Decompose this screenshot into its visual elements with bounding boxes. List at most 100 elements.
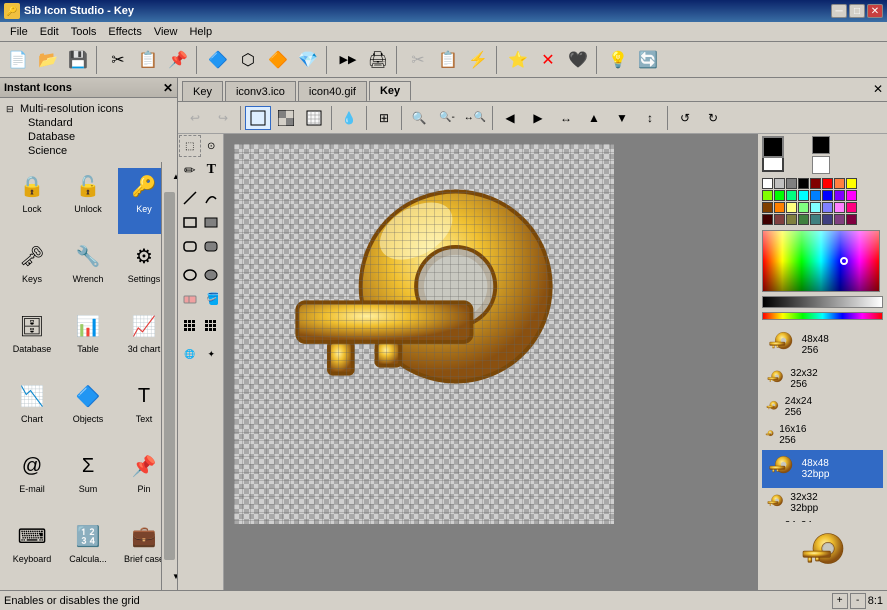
open-button[interactable]: 📂 (34, 46, 62, 74)
zoom-in-status-button[interactable]: + (832, 593, 848, 609)
move-right-button[interactable]: ▶ (525, 106, 551, 130)
tb-btn-9[interactable]: 🔶 (264, 46, 292, 74)
size-preview-0[interactable]: 48x48256 (762, 326, 883, 364)
palette-color-1-2[interactable] (786, 190, 797, 201)
tree-database[interactable]: Database (4, 130, 173, 144)
rect-fill-tool[interactable] (201, 211, 223, 233)
tb-btn-star[interactable]: ⭐ (504, 46, 532, 74)
palette-color-2-6[interactable] (834, 202, 845, 213)
icon-item-wrench[interactable]: 🔧 Wrench (62, 238, 114, 304)
menu-help[interactable]: Help (183, 24, 218, 40)
grayscale-bar[interactable] (762, 296, 883, 307)
tab-0[interactable]: Key (182, 81, 223, 101)
zoom-in-button[interactable]: 🔍 (406, 106, 432, 130)
size-preview-2[interactable]: 24x24256 (762, 394, 883, 420)
zoom-fit-button[interactable]: ↔🔍 (462, 106, 488, 130)
grid-button[interactable] (301, 106, 327, 130)
icon-item-table[interactable]: 📊 Table (62, 308, 114, 374)
full-grid-button[interactable]: ⊞ (371, 106, 397, 130)
save-button[interactable]: 💾 (64, 46, 92, 74)
foreground-color-box[interactable] (762, 136, 784, 158)
icon-item-keyboard[interactable]: ⌨ Keyboard (6, 518, 58, 584)
curve-tool[interactable] (201, 187, 223, 209)
palette-color-3-3[interactable] (798, 214, 809, 225)
dots-tool-2[interactable] (201, 315, 223, 337)
icon-item-pin[interactable]: 📌 Pin (118, 448, 161, 514)
menu-edit[interactable]: Edit (34, 24, 65, 40)
dots-tool-1[interactable] (179, 315, 201, 337)
ellipse-fill-tool[interactable] (201, 263, 223, 285)
palette-color-2-3[interactable] (798, 202, 809, 213)
tab-1[interactable]: iconv3.ico (225, 81, 296, 101)
palette-color-0-1[interactable] (774, 178, 785, 189)
palette-color-2-1[interactable] (774, 202, 785, 213)
size-preview-1[interactable]: 32x32256 (762, 366, 883, 392)
icon-item-sum[interactable]: Σ Sum (62, 448, 114, 514)
move-horiz-button[interactable]: ↔ (553, 106, 579, 130)
rounded-rect-outline-tool[interactable] (179, 235, 201, 257)
eraser-tool[interactable] (179, 287, 201, 309)
normal-mode-button[interactable] (245, 106, 271, 130)
tree-science[interactable]: Science (4, 144, 173, 158)
tb-btn-13[interactable]: ✂ (404, 46, 432, 74)
palette-color-0-7[interactable] (846, 178, 857, 189)
rotate-cw-button[interactable]: ↻ (700, 106, 726, 130)
copy-button[interactable]: 📋 (134, 46, 162, 74)
palette-color-2-4[interactable] (810, 202, 821, 213)
palette-color-1-0[interactable] (762, 190, 773, 201)
palette-color-3-2[interactable] (786, 214, 797, 225)
palette-color-3-1[interactable] (774, 214, 785, 225)
droplet-button[interactable]: 💧 (336, 106, 362, 130)
icons-scrollbar[interactable]: ▲ ▼ (161, 162, 177, 590)
fg-color-swatch[interactable] (812, 136, 830, 154)
undo-button[interactable]: ↩ (182, 106, 208, 130)
icon-item-keys[interactable]: 🗝 Keys (6, 238, 58, 304)
delete-button[interactable]: ✕ (534, 46, 562, 74)
zoom-out-button[interactable]: 🔍- (434, 106, 460, 130)
icon-item-3d-chart[interactable]: 📈 3d chart (118, 308, 161, 374)
panel-close-button[interactable]: ✕ (163, 81, 173, 95)
select-tool[interactable]: ⬚ (179, 135, 201, 157)
palette-color-2-2[interactable] (786, 202, 797, 213)
pencil-tool[interactable]: ✏ (179, 159, 201, 181)
palette-color-1-4[interactable] (810, 190, 821, 201)
icon-item-text[interactable]: T Text (118, 378, 161, 444)
zoom-out-status-button[interactable]: - (850, 593, 866, 609)
icon-item-e-mail[interactable]: @ E-mail (6, 448, 58, 514)
tree-root[interactable]: ⊟ Multi-resolution icons (4, 102, 173, 116)
bg-color-swatch[interactable] (812, 156, 830, 174)
icon-item-unlock[interactable]: 🔓 Unlock (62, 168, 114, 234)
palette-color-3-4[interactable] (810, 214, 821, 225)
icon-item-objects[interactable]: 🔷 Objects (62, 378, 114, 444)
palette-color-3-5[interactable] (822, 214, 833, 225)
canvas-area[interactable] (224, 134, 757, 590)
icon-item-database[interactable]: 🗄 Database (6, 308, 58, 374)
close-button[interactable]: ✕ (867, 4, 883, 18)
tab-2[interactable]: icon40.gif (298, 81, 367, 101)
palette-color-1-5[interactable] (822, 190, 833, 201)
tb-btn-8[interactable]: ⬡ (234, 46, 262, 74)
text-tool[interactable]: T (201, 159, 223, 181)
tb-btn-16[interactable]: 🖤 (564, 46, 592, 74)
palette-color-3-6[interactable] (834, 214, 845, 225)
palette-color-2-7[interactable] (846, 202, 857, 213)
special-tool-1[interactable]: 🌐 (179, 343, 201, 365)
icon-item-key[interactable]: 🔑 Key (118, 168, 161, 234)
icon-item-settings[interactable]: ⚙ Settings (118, 238, 161, 304)
lasso-tool[interactable]: ⊙ (201, 135, 223, 157)
palette-color-2-0[interactable] (762, 202, 773, 213)
tb-btn-7[interactable]: 🔷 (204, 46, 232, 74)
icon-item-chart[interactable]: 📉 Chart (6, 378, 58, 444)
special-tool-2[interactable]: ✦ (201, 343, 223, 365)
minimize-button[interactable]: ─ (831, 4, 847, 18)
icon-item-calcula...[interactable]: 🔢 Calcula... (62, 518, 114, 584)
menu-tools[interactable]: Tools (65, 24, 103, 40)
size-preview-4[interactable]: 48x4832bpp (762, 450, 883, 488)
tb-btn-17[interactable]: 💡 (604, 46, 632, 74)
tab-close-button[interactable]: ✕ (873, 82, 883, 96)
palette-color-1-1[interactable] (774, 190, 785, 201)
tab-3[interactable]: Key (369, 81, 411, 101)
palette-color-2-5[interactable] (822, 202, 833, 213)
menu-effects[interactable]: Effects (102, 24, 147, 40)
size-preview-5[interactable]: 32x3232bpp (762, 490, 883, 516)
